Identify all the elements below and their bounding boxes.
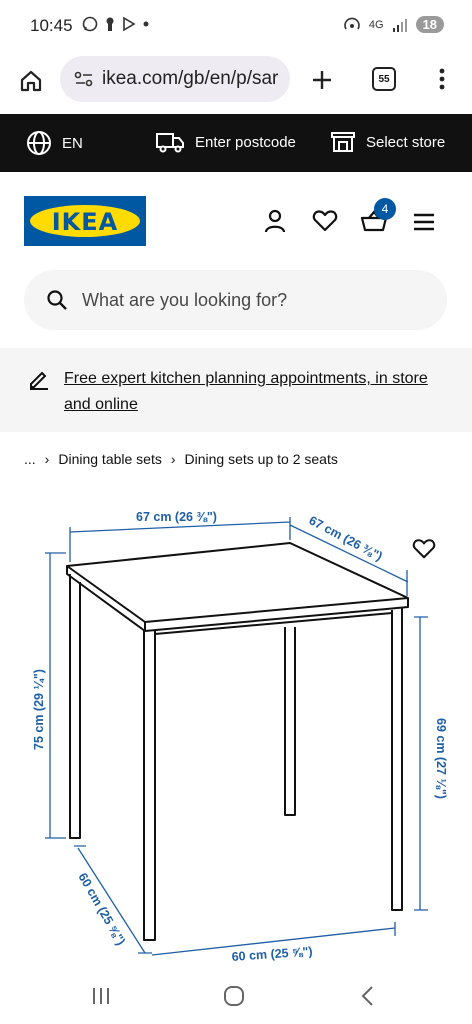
chevron-right-icon: › — [170, 451, 176, 467]
url-text: ikea.com/gb/en/p/sar — [102, 68, 279, 89]
notification-icons — [82, 16, 150, 32]
home-icon — [20, 70, 42, 92]
whatsapp-icon — [82, 16, 98, 32]
browser-toolbar: ikea.com/gb/en/p/sar 55 — [0, 56, 472, 114]
globe-icon — [27, 131, 51, 155]
hamburger-icon — [414, 213, 434, 231]
home-button[interactable] — [16, 66, 46, 96]
battery-level: 18 — [415, 16, 444, 33]
home-nav-button[interactable] — [220, 983, 248, 1009]
main-menu-button[interactable] — [410, 208, 438, 236]
breadcrumb-item-dining-sets-2-seats[interactable]: Dining sets up to 2 seats — [185, 451, 338, 467]
dimension-total-height: 75 cm (29 ¼") — [32, 669, 46, 750]
site-settings-icon[interactable] — [74, 70, 94, 88]
chevron-right-icon: › — [44, 451, 50, 467]
product-dimension-image[interactable]: 67 cm (26 ⅜") 67 cm (26 ⅜") 75 cm (29 ¼"… — [0, 490, 472, 970]
breadcrumb-ellipsis[interactable]: ... — [24, 451, 36, 467]
dot-icon — [143, 21, 149, 27]
system-icons: 4G 18 — [343, 16, 444, 33]
language-label: EN — [62, 134, 83, 152]
ikea-logo[interactable]: IKEA — [24, 196, 146, 246]
breadcrumb-item-dining-table-sets[interactable]: Dining table sets — [58, 451, 162, 467]
dimension-top-width: 67 cm (26 ⅜") — [136, 510, 217, 524]
dimension-base-width: 60 cm (25 ⅝") — [231, 944, 313, 964]
recents-icon — [93, 988, 109, 1004]
pencil-icon — [30, 371, 48, 390]
new-tab-button[interactable] — [306, 64, 338, 96]
hotspot-icon — [344, 17, 360, 29]
system-navigation-bar — [0, 970, 472, 1024]
store-icon — [331, 132, 355, 152]
status-time: 10:45 — [30, 16, 73, 35]
address-bar[interactable]: ikea.com/gb/en/p/sar — [60, 56, 290, 102]
postcode-label: Enter postcode — [195, 133, 296, 151]
store-label: Select store — [366, 133, 446, 151]
home-circle-icon — [224, 986, 244, 1006]
user-icon — [264, 209, 286, 233]
dimension-base-depth: 60 cm (25 ⅝") — [75, 871, 128, 948]
status-bar: 10:45 4G 18 — [0, 0, 472, 56]
basket-count-badge: 4 — [374, 198, 396, 220]
back-button[interactable] — [354, 983, 380, 1009]
recent-apps-button[interactable] — [88, 984, 114, 1008]
search-placeholder: What are you looking for? — [82, 289, 288, 310]
logo-text: IKEA — [51, 208, 119, 236]
truck-icon — [156, 133, 184, 153]
promo-link[interactable]: Free expert kitchen planning appointment… — [64, 366, 454, 418]
heart-icon — [312, 210, 338, 232]
play-icon — [123, 16, 136, 32]
signal-icon — [392, 18, 407, 32]
network-type: 4G — [368, 18, 384, 31]
more-vert-icon — [439, 68, 445, 90]
save-to-wishlist-button[interactable] — [410, 536, 438, 562]
tab-count: 55 — [372, 67, 396, 91]
promo-banner: Free expert kitchen planning appointment… — [0, 348, 472, 432]
back-icon — [361, 986, 373, 1006]
browser-menu-button[interactable] — [430, 65, 454, 93]
postcode-button[interactable]: Enter postcode — [155, 130, 296, 154]
wishlist-button[interactable] — [310, 206, 340, 236]
account-button[interactable] — [260, 206, 290, 236]
search-icon — [47, 290, 67, 310]
dimension-under-height: 69 cm (27 ⅛") — [434, 718, 448, 799]
tab-switcher-button[interactable]: 55 — [370, 65, 398, 93]
search-bar[interactable]: What are you looking for? — [24, 270, 447, 330]
select-store-button[interactable]: Select store — [330, 130, 445, 154]
breadcrumb: ... › Dining table sets › Dining sets up… — [24, 451, 338, 467]
utility-bar: EN Enter postcode Select store — [0, 114, 472, 172]
keyhole-icon — [106, 17, 114, 31]
heart-icon — [412, 539, 436, 559]
plus-icon — [313, 71, 331, 89]
language-selector[interactable]: EN — [26, 130, 83, 156]
